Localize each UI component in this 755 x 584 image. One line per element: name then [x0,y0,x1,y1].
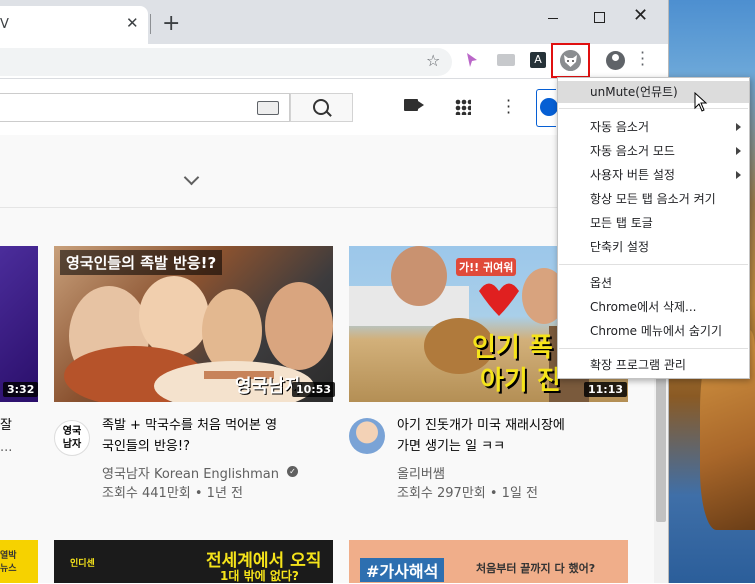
submenu-arrow-icon [736,123,741,131]
submenu-arrow-icon [736,171,741,179]
mouse-cursor-icon [694,92,708,112]
menu-separator [559,348,748,349]
menu-item-toggle-all-tabs[interactable]: 모든 탭 토글 [558,212,749,234]
menu-item-label: 항상 모든 탭 음소거 켜기 [590,192,716,206]
anchor-extension-icon[interactable]: A [530,52,546,68]
menu-item-label: 확장 프로그램 관리 [590,358,686,372]
menu-item-label: Chrome 메뉴에서 숨기기 [590,324,722,338]
menu-item-user-button-settings[interactable]: 사용자 버튼 설정 [558,164,749,186]
video-views-age: 조회수 297만회 • 1일 전 [397,486,539,501]
menu-item-label: 자동 음소거 모드 [590,144,675,158]
video-title-line2[interactable]: 국인들의 반응!? [102,436,190,457]
keyboard-icon[interactable] [257,101,279,115]
profile-icon[interactable] [606,51,625,70]
menu-item-label: 옵션 [590,276,613,290]
thumbnail-caption: 1대 밖에 없다? [220,569,299,583]
search-icon [313,99,329,115]
video-meta: ... [0,440,13,455]
video-title[interactable]: 아기 진돗개가 미국 재래시장에 [397,415,565,436]
menu-item-shortcut-settings[interactable]: 단축키 설정 [558,236,749,258]
thumbnail-caption: 영국인들의 족발 반응!? [60,250,223,275]
menu-item-options[interactable]: 옵션 [558,272,749,294]
menu-item-label: unMute(언뮤트) [590,85,678,99]
menu-item-remove-from-chrome[interactable]: Chrome에서 삭제... [558,296,749,318]
tab-title[interactable]: V [0,17,9,32]
menu-separator [559,108,748,109]
channel-avatar[interactable]: 영국 남자 [54,420,90,456]
more-icon[interactable]: · · · [506,93,511,121]
verified-icon: ✓ [287,466,298,477]
video-title[interactable]: 족발 + 막국수를 처음 먹어본 영 [102,415,277,436]
star-icon[interactable]: ☆ [426,51,440,70]
menu-item-manage-extensions[interactable]: 확장 프로그램 관리 [558,354,749,376]
extension-icon[interactable] [497,54,515,66]
new-tab-button[interactable]: + [162,11,180,36]
video-views-age: 조회수 441만회 • 1년 전 [102,486,244,501]
address-bar[interactable] [0,48,452,76]
menu-item-label: 사용자 버튼 설정 [590,168,675,182]
search-input[interactable] [0,93,290,122]
menu-separator [559,264,748,265]
video-title-line2[interactable]: 가면 생기는 일 ㅋㅋ [397,436,505,457]
thumbnail-badge: 인디센 [70,559,95,569]
video-duration: 11:13 [584,382,628,397]
close-window-button[interactable]: ✕ [633,5,648,26]
tab-close-icon[interactable]: ✕ [126,14,139,32]
thumbnail-tag: 가!! 귀여워 [456,258,517,276]
thumbnail-caption: #가사해석 [360,558,445,582]
extension-context-menu: unMute(언뮤트) 자동 음소거 자동 음소거 모드 사용자 버튼 설정 항… [557,77,750,379]
submenu-arrow-icon [736,147,741,155]
maximize-icon [594,12,605,23]
menu-item-auto-mute-mode[interactable]: 자동 음소거 모드 [558,140,749,162]
chrome-menu-icon[interactable]: · · · [640,45,645,73]
thumbnail-caption: 아기 진 [480,366,561,396]
unmute-extension-icon[interactable] [560,50,581,71]
sign-in-button[interactable] [536,89,558,127]
channel-name[interactable]: 영국남자 Korean Englishman [102,463,279,482]
menu-item-always-mute-all[interactable]: 항상 모든 탭 음소거 켜기 [558,188,749,210]
thumbnail-caption: 인기 폭 [472,333,553,363]
tab-separator [150,14,151,34]
maximize-button[interactable] [587,8,611,28]
cursor-extension-icon[interactable] [465,52,479,68]
video-duration: 3:32 [3,382,39,397]
menu-item-label: 단축키 설정 [590,240,650,254]
menu-item-auto-mute[interactable]: 자동 음소거 [558,116,749,138]
video-thumbnail[interactable] [0,246,38,402]
channel-name[interactable]: 올리버쌤 [397,463,445,482]
minimize-button[interactable] [541,8,565,28]
minimize-icon [548,18,558,19]
menu-item-label: Chrome에서 삭제... [590,300,697,314]
thumbnail-caption: 처음부터 끝까지 다 했어? [476,562,596,575]
apps-icon[interactable] [455,99,471,115]
menu-item-hide-in-menu[interactable]: Chrome 메뉴에서 숨기기 [558,320,749,342]
channel-avatar[interactable] [349,418,385,454]
video-duration: 10:53 [292,382,336,397]
thumbnail-caption: 열박 뉴스 [0,551,17,574]
menu-item-label: 모든 탭 토글 [590,216,653,230]
video-title[interactable]: 잘 [0,415,12,436]
menu-item-unmute[interactable]: unMute(언뮤트) [558,81,749,103]
create-video-icon[interactable] [404,99,424,111]
menu-item-label: 자동 음소거 [590,120,650,134]
